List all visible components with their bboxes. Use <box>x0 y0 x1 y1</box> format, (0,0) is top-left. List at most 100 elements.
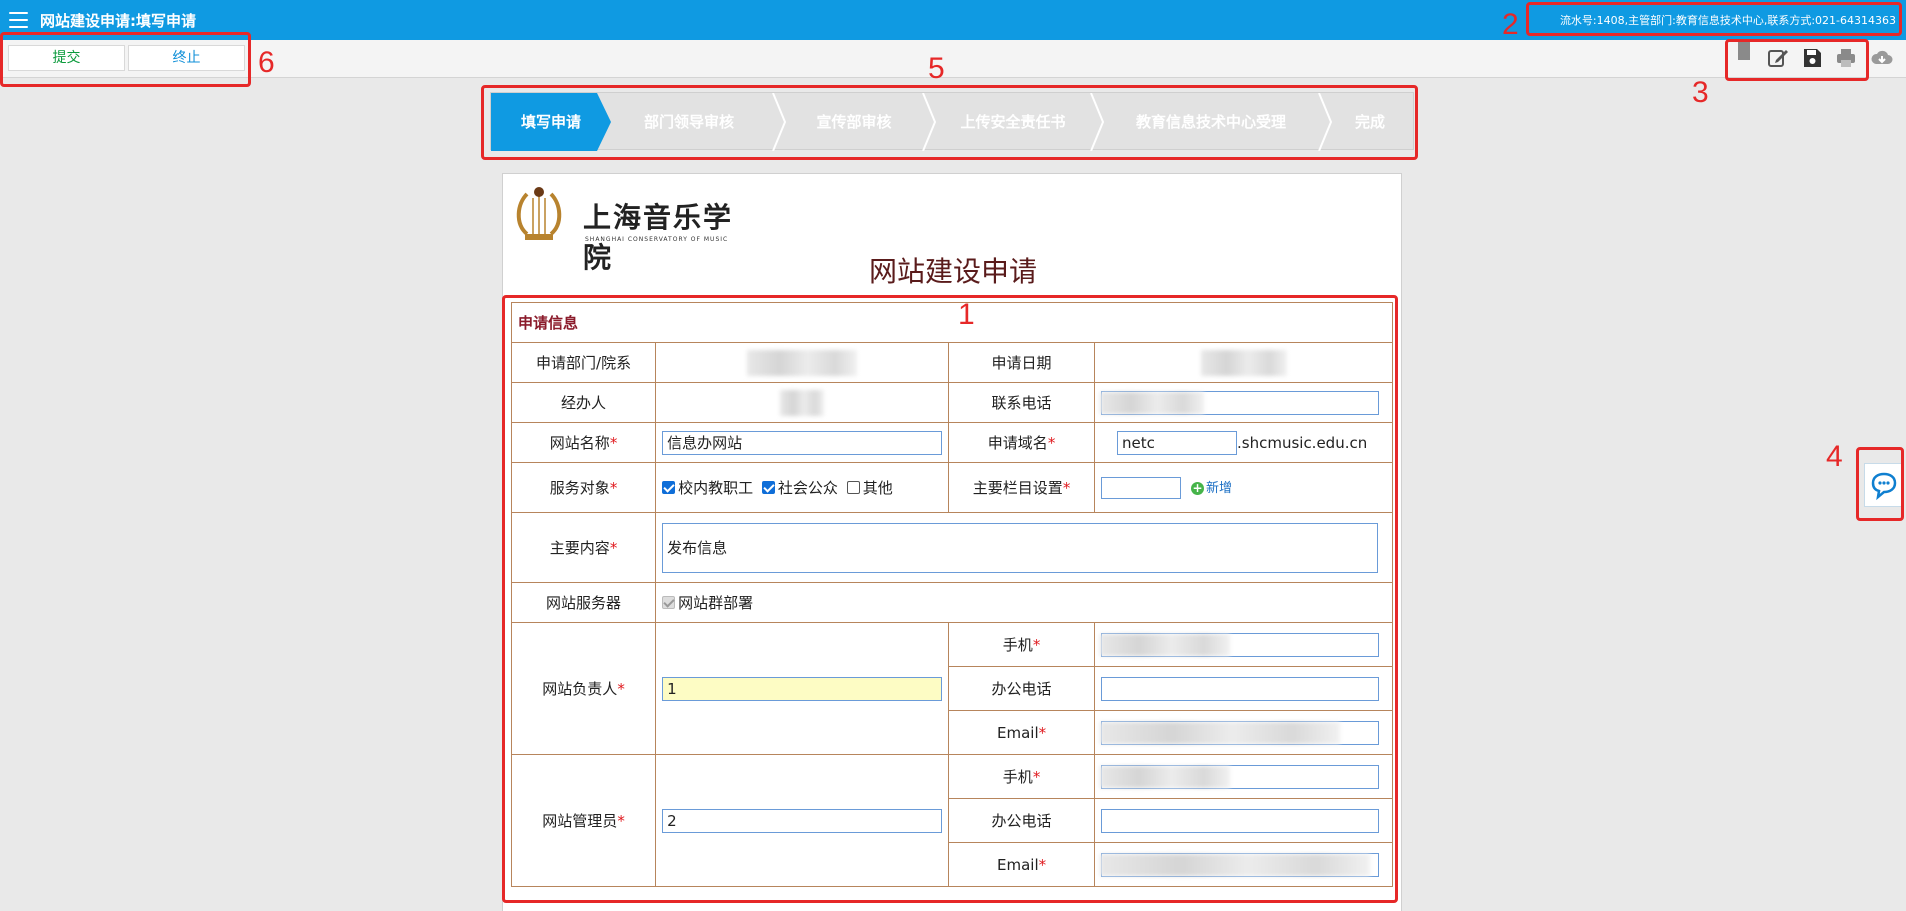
columns-cell: + 新增 <box>1094 462 1393 513</box>
serial-info: 流水号:1408,主管部门:教育信息技术中心,联系方式:021-64314363 <box>1559 14 1896 27</box>
step-label: 教育信息技术中心受理 <box>1135 113 1286 131</box>
required-mark: * <box>609 479 618 497</box>
owner-mobile-label: 手机* <box>948 622 1095 667</box>
handler-value <box>655 382 950 423</box>
step-it-center-accept[interactable]: 教育信息技术中心受理 <box>1097 93 1333 151</box>
admin-email-input[interactable] <box>1100 852 1379 877</box>
label-text: Email <box>997 723 1039 742</box>
table-row: 经办人 联系电话 <box>510 382 1393 423</box>
owner-email-input[interactable] <box>1100 720 1379 745</box>
required-mark: * <box>1032 768 1041 786</box>
checkbox-other[interactable] <box>846 481 860 494</box>
column-input[interactable] <box>1101 476 1181 499</box>
add-column-button[interactable]: + 新增 <box>1191 481 1232 496</box>
owner-input[interactable]: 1 <box>662 676 943 701</box>
content-textarea[interactable]: 发布信息 <box>662 522 1379 573</box>
logo-subtext: SHANGHAI CONSERVATORY OF MUSIC <box>585 236 729 243</box>
redacted-value <box>780 389 825 416</box>
checkbox-public[interactable] <box>761 481 775 494</box>
redacted-value <box>747 349 858 376</box>
add-label: 新增 <box>1206 481 1233 496</box>
admin-email-label: Email* <box>948 842 1095 887</box>
label-text: Email <box>997 855 1039 874</box>
date-label: 申请日期 <box>948 342 1095 383</box>
owner-email-label: Email* <box>948 710 1095 755</box>
date-value <box>1094 342 1393 383</box>
admin-office-cell <box>1094 798 1393 843</box>
step-upload-security[interactable]: 上传安全责任书 <box>929 93 1105 151</box>
audience-cell: 校内教职工 社会公众 其他 <box>655 462 950 513</box>
cloud-download-icon[interactable] <box>1870 46 1894 70</box>
redacted-value <box>1100 391 1204 414</box>
flag-icon[interactable] <box>1732 40 1756 64</box>
step-complete[interactable]: 完成 <box>1325 93 1415 151</box>
server-label: 网站服务器 <box>510 582 657 623</box>
lyre-logo-icon <box>516 187 562 240</box>
owner-mobile-input[interactable] <box>1100 632 1379 657</box>
required-mark: * <box>609 539 618 557</box>
annotation-number-6: 6 <box>258 46 275 79</box>
admin-mobile-input[interactable] <box>1100 764 1379 789</box>
phone-cell <box>1094 382 1393 423</box>
required-mark: * <box>1062 479 1071 497</box>
checkbox-site-group <box>662 596 676 609</box>
admin-cell: 2 <box>655 754 950 887</box>
annotation-number-3: 3 <box>1692 76 1709 109</box>
checkbox-label: 校内教职工 <box>678 479 754 497</box>
annotation-number-5: 5 <box>928 52 945 85</box>
server-cell: 网站群部署 <box>655 582 1393 623</box>
required-mark: * <box>1032 636 1041 654</box>
workflow-stepper: 填写申请 部门领导审核 宣传部审核 上传安全责任书 教育信息技术中心受理 完成 <box>490 92 1415 151</box>
admin-input[interactable]: 2 <box>662 808 943 833</box>
redacted-value <box>1100 853 1370 876</box>
dept-label: 申请部门/院系 <box>510 342 657 383</box>
step-fill-application[interactable]: 填写申请 <box>491 93 611 151</box>
owner-mobile-cell <box>1094 622 1393 667</box>
site-name-label: 网站名称* <box>510 422 657 463</box>
owner-office-input[interactable] <box>1101 676 1379 701</box>
label-text: 网站名称 <box>549 434 610 452</box>
table-row: 网站服务器 网站群部署 <box>510 582 1393 623</box>
redacted-value <box>1100 721 1340 744</box>
dept-value <box>655 342 950 383</box>
step-dept-leader-review[interactable]: 部门领导审核 <box>599 93 787 151</box>
step-label: 上传安全责任书 <box>960 113 1066 131</box>
chat-button[interactable] <box>1864 463 1902 507</box>
table-row: 网站管理员* 2 手机* <box>510 754 1393 887</box>
hamburger-menu-icon[interactable] <box>9 12 28 28</box>
admin-label: 网站管理员* <box>510 754 657 887</box>
step-label: 部门领导审核 <box>643 113 734 131</box>
domain-cell: netc .shcmusic.edu.cn <box>1094 422 1393 463</box>
toolbar: 提交 终止 <box>0 40 1906 78</box>
owner-email-cell <box>1094 710 1393 755</box>
annotation-number-2: 2 <box>1502 8 1519 41</box>
checkbox-staff[interactable] <box>662 481 676 494</box>
school-logo: 上海音乐学院 SHANGHAI CONSERVATORY OF MUSIC <box>513 184 753 274</box>
admin-office-input[interactable] <box>1101 808 1379 833</box>
document-title: 网站建设申请 <box>868 255 1037 288</box>
step-label: 宣传部审核 <box>816 113 892 131</box>
submit-button[interactable]: 提交 <box>8 45 125 71</box>
form-paper: 上海音乐学院 SHANGHAI CONSERVATORY OF MUSIC 网站… <box>502 173 1402 911</box>
print-icon[interactable] <box>1834 46 1858 70</box>
redacted-value <box>1100 765 1230 788</box>
label-text: 主要内容 <box>549 539 610 557</box>
edit-icon[interactable] <box>1766 46 1790 70</box>
domain-label: 申请域名* <box>948 422 1095 463</box>
admin-email-cell <box>1094 842 1393 887</box>
label-text: 手机 <box>1002 768 1033 786</box>
owner-office-cell <box>1094 666 1393 711</box>
label-text: 申请域名 <box>987 434 1048 452</box>
step-publicity-review[interactable]: 宣传部审核 <box>779 93 937 151</box>
phone-input[interactable] <box>1100 390 1379 415</box>
label-text: 网站负责人 <box>542 680 618 698</box>
save-icon[interactable] <box>1800 46 1824 70</box>
table-row: 网站负责人 * 1 手机* <box>510 622 1393 755</box>
checkbox-label: 网站群部署 <box>678 594 754 612</box>
domain-prefix-input[interactable]: netc <box>1117 430 1237 455</box>
terminate-button[interactable]: 终止 <box>128 45 245 71</box>
columns-label: 主要栏目设置* <box>948 462 1095 513</box>
table-row: 服务对象* 校内教职工 社会公众 其他 主要栏目设置* + 新增 <box>510 462 1393 513</box>
checkbox-label: 其他 <box>862 479 893 497</box>
site-name-input[interactable]: 信息办网站 <box>662 430 943 455</box>
